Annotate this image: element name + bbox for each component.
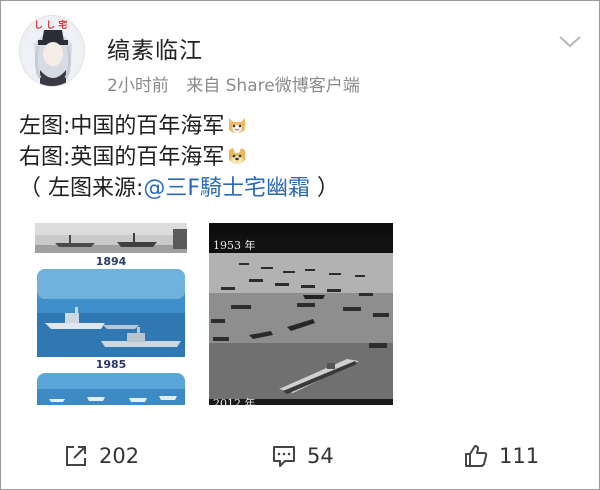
image-left-year-1: 1894 — [95, 255, 127, 268]
image-right-year-2: 2012 年 — [213, 397, 256, 405]
post-source[interactable]: 来自 Share微博客户端 — [186, 76, 359, 96]
comment-icon — [273, 446, 295, 467]
post-card: し し 宅 缟素临江 2小时前 来自 Share微博客户端 左图:中国的百年海军… — [0, 0, 600, 490]
like-icon — [465, 445, 488, 467]
comment-button[interactable]: 54 — [271, 441, 334, 471]
source-suffix: ） — [310, 176, 340, 201]
cat-emoji-icon — [229, 118, 246, 133]
post-time: 2小时前 — [107, 76, 169, 96]
mention-link[interactable]: @三F騎士宅幽霜 — [143, 176, 310, 201]
username[interactable]: 缟素临江 — [107, 31, 203, 65]
doge-emoji-icon — [229, 148, 246, 164]
repost-count: 202 — [99, 444, 140, 468]
comment-count: 54 — [307, 444, 334, 468]
post-line-2-text: 右图:英国的百年海军 — [19, 145, 225, 170]
image-right[interactable]: 1953 年 2012 年 — [209, 223, 393, 405]
repost-icon — [66, 446, 86, 466]
like-count: 111 — [499, 444, 540, 468]
avatar-badge-text: し し 宅 — [34, 21, 68, 31]
image-right-year-1: 1953 年 — [213, 239, 256, 252]
post-line-3: （ 左图来源:@三F騎士宅幽霜 ） — [19, 173, 579, 204]
image-left-year-2: 1985 — [95, 358, 127, 371]
repost-button[interactable]: 202 — [63, 441, 139, 471]
post-line-2: 右图:英国的百年海军 — [19, 142, 579, 173]
image-left[interactable]: 1894 1985 — [35, 223, 187, 405]
post-line-1: 左图:中国的百年海军 — [19, 111, 579, 142]
post-meta: 2小时前 来自 Share微博客户端 — [107, 71, 360, 96]
avatar[interactable]: し し 宅 — [19, 15, 85, 87]
chevron-down-icon[interactable] — [557, 31, 583, 51]
post-line-1-text: 左图:中国的百年海军 — [19, 114, 225, 139]
like-button[interactable]: 111 — [463, 441, 539, 471]
post-body: 左图:中国的百年海军 右图:英国的百年海军 （ 左图来源:@三F騎士宅幽霜 ） — [19, 111, 579, 204]
source-prefix: （ 左图来源: — [19, 176, 144, 201]
